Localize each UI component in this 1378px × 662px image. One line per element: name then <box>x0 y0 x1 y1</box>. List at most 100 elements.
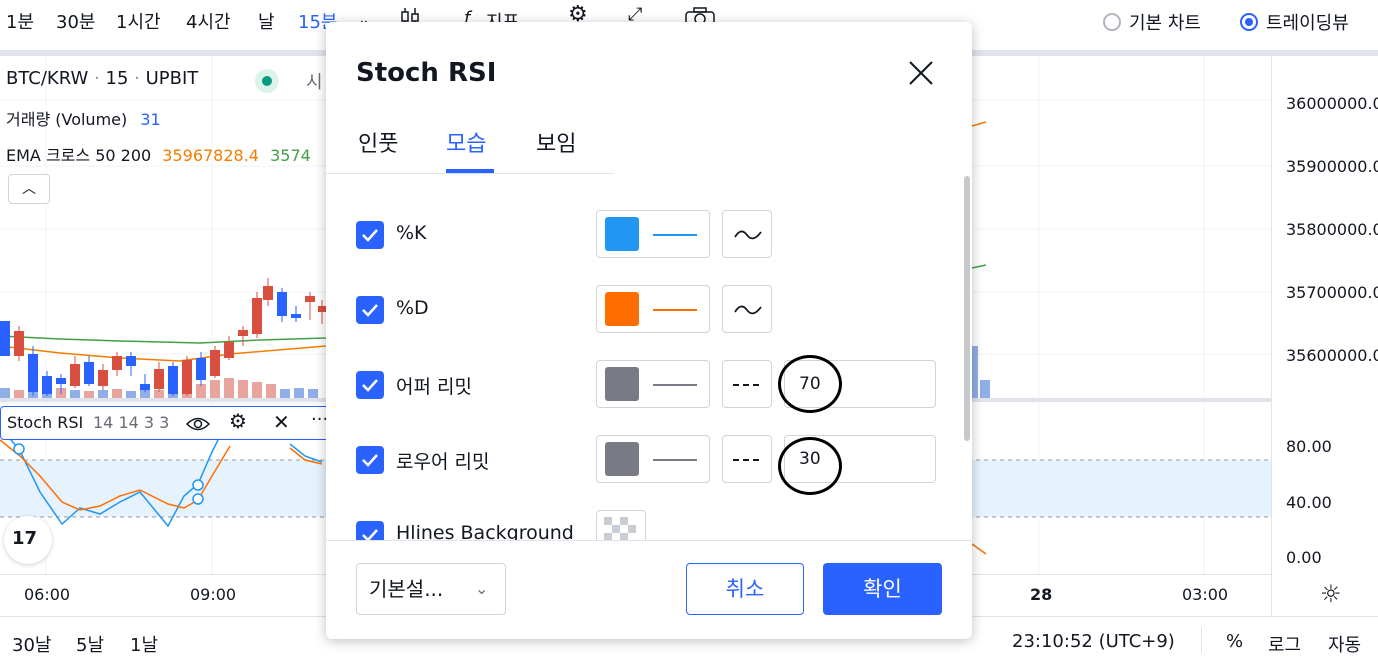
dashed-line-icon <box>733 384 763 386</box>
k-line-preview <box>653 234 697 236</box>
k-color-button[interactable] <box>596 210 710 258</box>
symbol-interval: 15 <box>105 68 129 89</box>
chart-settings-icon[interactable]: ☼ <box>1320 580 1342 608</box>
checkmark-icon <box>362 529 378 540</box>
dialog-scrollbar[interactable] <box>964 176 970 441</box>
indicator-params: 14 14 3 3 <box>93 413 170 432</box>
time-label: 03:00 <box>1182 585 1229 604</box>
lower-limit-color-button[interactable] <box>596 435 710 483</box>
dashed-line-icon <box>733 459 763 461</box>
cancel-button[interactable]: 취소 <box>686 563 804 615</box>
volume-value: 31 <box>140 110 161 129</box>
tab-inputs[interactable]: 인풋 <box>358 126 398 158</box>
indicator-name: Stoch RSI <box>7 413 84 432</box>
checkmark-icon <box>362 229 378 242</box>
row-d: %D <box>326 285 972 335</box>
interval-1h[interactable]: 1시간 <box>116 8 161 34</box>
bottom-divider <box>1201 627 1202 653</box>
close-icon[interactable] <box>906 58 936 88</box>
range-1d[interactable]: 1날 <box>130 631 158 657</box>
interval-30m[interactable]: 30분 <box>56 8 95 34</box>
symbol-legend: BTC/KRW · 15 · UPBIT <box>6 68 199 89</box>
transparent-swatch-icon <box>604 517 638 540</box>
price-label: 35800000.0 <box>1286 220 1378 239</box>
tradingview-radio[interactable]: 트레이딩뷰 <box>1240 9 1349 35</box>
ema-value-1: 35967828.4 <box>162 146 259 165</box>
k-plot-type-button[interactable] <box>722 210 772 258</box>
volume-legend: 거래량 (Volume) 31 <box>6 106 161 130</box>
price-label: 35900000.0 <box>1286 157 1378 176</box>
lower-limit-color-swatch <box>605 442 639 476</box>
time-label: 28 <box>1030 585 1053 604</box>
row-upper-limit: 어퍼 리밋 70 <box>326 355 972 413</box>
checkmark-icon <box>362 454 378 467</box>
lower-limit-checkbox[interactable] <box>356 446 384 474</box>
upper-limit-line-preview <box>653 384 697 386</box>
upper-limit-line-style-button[interactable] <box>722 360 772 408</box>
oscillator-label: 40.00 <box>1286 493 1332 512</box>
log-toggle[interactable]: 로그 <box>1268 631 1301 657</box>
symbol-exchange: UPBIT <box>145 68 199 89</box>
stoch-rsi-legend[interactable]: Stoch RSI 14 14 3 3 ⚙ ✕ ··· <box>0 406 336 440</box>
checkmark-icon <box>362 304 378 317</box>
dialog-title: Stoch RSI <box>356 58 497 88</box>
price-axis[interactable]: 36000000.0 35900000.0 35800000.0 3570000… <box>1271 56 1378 616</box>
k-checkbox[interactable] <box>356 221 384 249</box>
upper-limit-color-swatch <box>605 367 639 401</box>
k-label: %K <box>396 222 427 244</box>
radio-on-icon <box>1240 13 1258 31</box>
basic-chart-radio[interactable]: 기본 차트 <box>1103 9 1201 35</box>
chevron-down-icon: ⌄ <box>475 579 489 598</box>
d-plot-type-button[interactable] <box>722 285 772 333</box>
range-30d[interactable]: 30날 <box>12 631 51 657</box>
k-color-swatch <box>605 217 639 251</box>
oscillator-label: 80.00 <box>1286 437 1332 456</box>
d-checkbox[interactable] <box>356 296 384 324</box>
row-hlines-background: Hlines Background <box>326 510 972 540</box>
price-label: 35600000.0 <box>1286 346 1378 365</box>
tab-style[interactable]: 모습 <box>446 126 486 158</box>
ok-button[interactable]: 확인 <box>823 563 942 615</box>
defaults-label: 기본설... <box>369 577 444 601</box>
upper-limit-checkbox[interactable] <box>356 371 384 399</box>
percent-toggle[interactable]: % <box>1226 631 1243 652</box>
range-5d[interactable]: 5날 <box>76 631 104 657</box>
upper-limit-color-button[interactable] <box>596 360 710 408</box>
collapse-legend-button[interactable]: ︿ <box>8 174 50 204</box>
line-wave-icon <box>734 230 762 240</box>
chevron-up-icon: ︿ <box>22 181 36 197</box>
lower-limit-line-style-button[interactable] <box>722 435 772 483</box>
style-settings-list: %K %D 어퍼 리밋 70 로우어 리밋 30 Hlines Backgrou… <box>326 174 972 540</box>
upper-limit-label: 어퍼 리밋 <box>396 376 472 398</box>
hlines-background-checkbox[interactable] <box>356 521 384 540</box>
footer-divider <box>326 540 972 541</box>
candles <box>0 278 326 396</box>
interval-1m[interactable]: 1분 <box>6 8 34 34</box>
volume-label: 거래량 (Volume) <box>6 110 128 129</box>
legend-partial-text: 시 <box>306 72 323 93</box>
remove-icon[interactable]: ✕ <box>273 410 290 434</box>
clock-display[interactable]: 23:10:52 (UTC+9) <box>1012 631 1175 652</box>
ema-legend: EMA 크로스 50 200 35967828.4 3574 <box>6 142 311 166</box>
interval-4h[interactable]: 4시간 <box>186 8 231 34</box>
annotation-circle <box>778 355 842 413</box>
basic-chart-label: 기본 차트 <box>1129 13 1201 34</box>
oscillator-label: 0.00 <box>1286 548 1322 567</box>
d-color-button[interactable] <box>596 285 710 333</box>
interval-day[interactable]: 날 <box>258 8 275 34</box>
time-label: 09:00 <box>190 585 237 604</box>
tab-visibility[interactable]: 보임 <box>536 126 576 158</box>
defaults-dropdown[interactable]: 기본설... ⌄ <box>356 563 506 615</box>
active-tab-indicator <box>446 169 494 173</box>
symbol-name: BTC/KRW <box>6 68 89 89</box>
eye-icon[interactable] <box>185 415 211 433</box>
annotation-circle <box>778 437 842 495</box>
row-k: %K <box>326 210 972 260</box>
hlines-background-color-button[interactable] <box>596 510 646 540</box>
d-label: %D <box>396 297 429 319</box>
hlines-background-label: Hlines Background <box>396 522 574 540</box>
auto-toggle[interactable]: 자동 <box>1328 631 1361 657</box>
row-lower-limit: 로우어 리밋 30 <box>326 435 972 495</box>
tradingview-logo-icon[interactable]: 17 <box>4 516 52 564</box>
settings-gear-icon[interactable]: ⚙ <box>229 409 247 433</box>
